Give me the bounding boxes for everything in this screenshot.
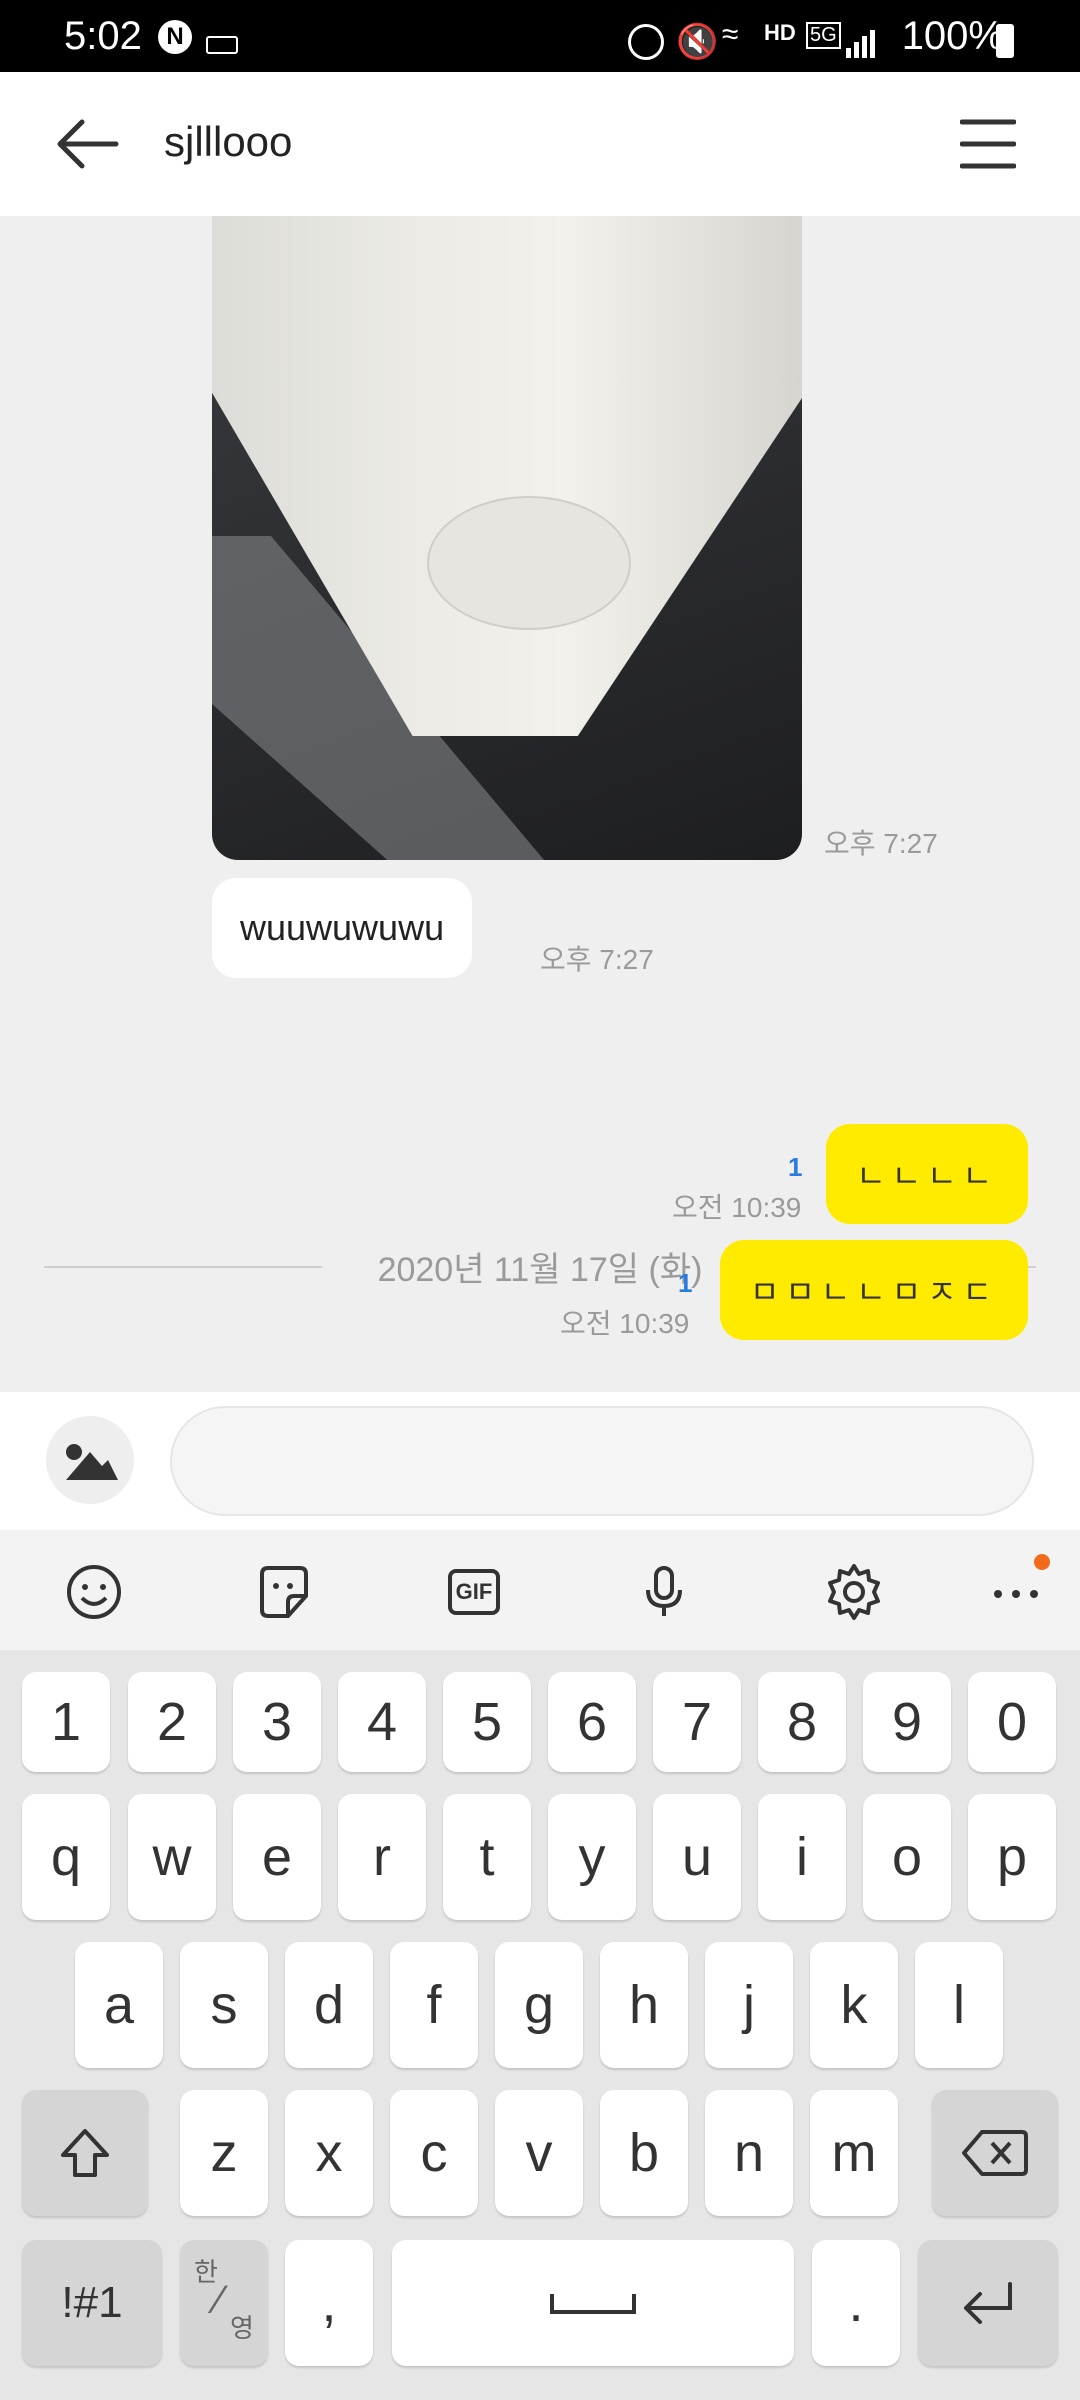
outgoing-message-bubble[interactable]: ㄴㄴㄴㄴ bbox=[826, 1124, 1028, 1224]
key-8[interactable]: 8 bbox=[758, 1672, 846, 1772]
chat-title: sjlllooo bbox=[164, 118, 293, 165]
shift-icon bbox=[61, 2129, 109, 2177]
key-u[interactable]: u bbox=[653, 1794, 741, 1920]
key-3[interactable]: 3 bbox=[233, 1672, 321, 1772]
lang-key-top: 한 bbox=[194, 2257, 218, 2287]
key-p[interactable]: p bbox=[968, 1794, 1056, 1920]
outgoing-message-time: 오전 10:39 bbox=[560, 1308, 690, 1339]
backspace-key[interactable] bbox=[932, 2090, 1058, 2216]
battery-icon bbox=[996, 24, 1014, 58]
menu-icon[interactable] bbox=[959, 118, 1017, 170]
key-4[interactable]: 4 bbox=[338, 1672, 426, 1772]
key-j[interactable]: j bbox=[705, 1942, 793, 2068]
enter-key[interactable] bbox=[918, 2240, 1058, 2366]
key-n[interactable]: n bbox=[705, 2090, 793, 2216]
key-a[interactable]: a bbox=[75, 1942, 163, 2068]
gif-icon[interactable]: GIF bbox=[442, 1560, 506, 1624]
incoming-message-time: 오후 7:27 bbox=[540, 944, 654, 975]
key-9[interactable]: 9 bbox=[863, 1672, 951, 1772]
slash-icon: ⁄ bbox=[216, 2278, 223, 2322]
chat-header: sjlllooo bbox=[0, 72, 1080, 216]
backspace-icon bbox=[962, 2130, 1028, 2176]
language-switch-key[interactable]: 한 ⁄ 영 bbox=[180, 2240, 268, 2366]
image-icon bbox=[66, 1444, 118, 1480]
unread-count: 1 bbox=[788, 1152, 803, 1182]
shift-key[interactable] bbox=[22, 2090, 148, 2216]
comma-key[interactable]: , bbox=[285, 2240, 373, 2366]
n-badge-icon: N bbox=[158, 20, 192, 54]
period-key[interactable]: . bbox=[812, 2240, 900, 2366]
key-l[interactable]: l bbox=[915, 1942, 1003, 2068]
incoming-message-bubble[interactable]: wuuwuwuwu bbox=[212, 878, 473, 978]
wifi-icon: ≈ bbox=[722, 18, 739, 51]
settings-icon[interactable] bbox=[822, 1560, 886, 1624]
outgoing-message-bubble[interactable]: ㅁㅁㄴㄴㅁㅈㄷ bbox=[719, 1240, 1028, 1340]
key-m[interactable]: m bbox=[810, 2090, 898, 2216]
key-w[interactable]: w bbox=[128, 1794, 216, 1920]
5g-icon: 5G bbox=[806, 22, 841, 49]
signal-icon bbox=[846, 28, 876, 58]
battery-percent: 100% bbox=[901, 14, 1004, 58]
key-5[interactable]: 5 bbox=[443, 1672, 531, 1772]
microphone-icon[interactable] bbox=[632, 1560, 696, 1624]
key-b[interactable]: b bbox=[600, 2090, 688, 2216]
keyboard-toolbar: GIF bbox=[0, 1530, 1080, 1650]
key-2[interactable]: 2 bbox=[128, 1672, 216, 1772]
keyboard-status-icon bbox=[206, 36, 238, 54]
key-x[interactable]: x bbox=[285, 2090, 373, 2216]
key-1[interactable]: 1 bbox=[22, 1672, 110, 1772]
key-6[interactable]: 6 bbox=[548, 1672, 636, 1772]
key-o[interactable]: o bbox=[863, 1794, 951, 1920]
space-icon bbox=[550, 2294, 636, 2314]
key-r[interactable]: r bbox=[338, 1794, 426, 1920]
key-s[interactable]: s bbox=[180, 1942, 268, 2068]
photo-message[interactable] bbox=[212, 216, 802, 860]
hd-voice-icon: HD bbox=[764, 20, 796, 45]
outgoing-message-time: 오전 10:39 bbox=[672, 1192, 802, 1223]
status-time: 5:02 bbox=[64, 14, 142, 58]
photo-cup-bottom bbox=[427, 496, 631, 630]
key-i[interactable]: i bbox=[758, 1794, 846, 1920]
emoji-icon[interactable] bbox=[62, 1560, 126, 1624]
photo-time: 오후 7:27 bbox=[824, 828, 938, 859]
media-button[interactable] bbox=[46, 1416, 134, 1504]
key-h[interactable]: h bbox=[600, 1942, 688, 2068]
key-z[interactable]: z bbox=[180, 2090, 268, 2216]
message-input[interactable] bbox=[170, 1406, 1034, 1516]
symbols-key[interactable]: !#1 bbox=[22, 2240, 162, 2366]
key-f[interactable]: f bbox=[390, 1942, 478, 2068]
mute-icon: 🔇 bbox=[676, 23, 719, 61]
more-icon[interactable] bbox=[984, 1560, 1048, 1624]
key-0[interactable]: 0 bbox=[968, 1672, 1056, 1772]
key-d[interactable]: d bbox=[285, 1942, 373, 2068]
sticker-icon[interactable] bbox=[252, 1560, 316, 1624]
key-7[interactable]: 7 bbox=[653, 1672, 741, 1772]
key-v[interactable]: v bbox=[495, 2090, 583, 2216]
unread-count: 1 bbox=[678, 1268, 693, 1298]
lang-key-bottom: 영 bbox=[230, 2313, 254, 2343]
key-y[interactable]: y bbox=[548, 1794, 636, 1920]
chat-messages[interactable]: 오후 7:27 wuuwuwuwu 오후 7:27 2020년 11월 17일 … bbox=[0, 216, 1080, 1392]
alarm-icon bbox=[628, 24, 664, 60]
space-key[interactable] bbox=[392, 2240, 794, 2366]
enter-icon bbox=[964, 2282, 1012, 2324]
gif-label: GIF bbox=[447, 1569, 501, 1615]
notification-dot bbox=[1034, 1554, 1050, 1570]
keyboard: 1 2 3 4 5 6 7 8 9 0 q w e r t y u i o p … bbox=[0, 1650, 1080, 2400]
message-input-bar bbox=[0, 1392, 1080, 1530]
key-q[interactable]: q bbox=[22, 1794, 110, 1920]
back-arrow-icon[interactable] bbox=[52, 114, 122, 174]
key-c[interactable]: c bbox=[390, 2090, 478, 2216]
key-e[interactable]: e bbox=[233, 1794, 321, 1920]
key-g[interactable]: g bbox=[495, 1942, 583, 2068]
key-k[interactable]: k bbox=[810, 1942, 898, 2068]
key-t[interactable]: t bbox=[443, 1794, 531, 1920]
status-bar: 5:02 N 🔇 ≈ HD 5G 100% bbox=[0, 0, 1080, 72]
